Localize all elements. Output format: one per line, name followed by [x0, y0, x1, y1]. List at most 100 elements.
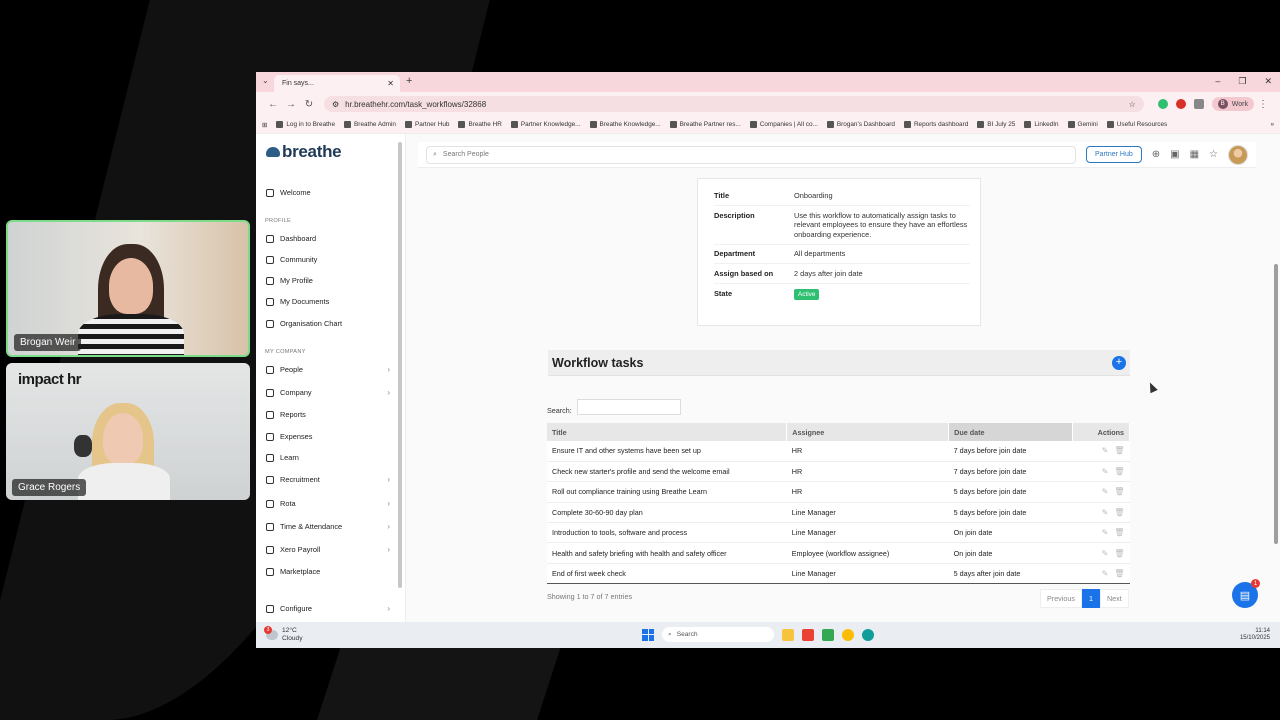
- sidebar-item-dashboard[interactable]: Dashboard: [266, 234, 390, 243]
- sidebar-item-rota[interactable]: Rota ›: [266, 499, 390, 508]
- edit-icon[interactable]: ✎: [1102, 487, 1109, 496]
- chat-notification-badge: 1: [1251, 579, 1260, 588]
- bookmark-item[interactable]: Breathe Knowledge...: [589, 121, 661, 128]
- top-bar: ⌕ Search People Partner Hub ⊕ ▣ ▦ ☆: [418, 142, 1256, 168]
- sidebar-item-expenses[interactable]: Expenses: [266, 432, 390, 441]
- bookmark-item[interactable]: Partner Knowledge...: [510, 121, 581, 128]
- more-bookmarks-icon[interactable]: »: [1270, 121, 1274, 128]
- profile-button[interactable]: B Work: [1211, 97, 1254, 111]
- trash-icon[interactable]: 🗑: [1114, 528, 1124, 537]
- star-icon[interactable]: ☆: [1209, 149, 1218, 160]
- calendar-icon[interactable]: ▦: [1190, 149, 1199, 160]
- sidebar-item-marketplace[interactable]: Marketplace: [266, 567, 390, 576]
- url-input[interactable]: ⚙ hr.breathehr.com/task_workflows/32868 …: [324, 96, 1144, 112]
- bookmark-item[interactable]: Log in to Breathe: [276, 121, 335, 128]
- bookmark-item[interactable]: Breathe Admin: [344, 121, 396, 128]
- site-info-icon[interactable]: ⚙: [332, 100, 339, 109]
- extensions-puzzle-icon[interactable]: [1193, 99, 1204, 109]
- bookmark-item[interactable]: Partner Hub: [404, 121, 449, 128]
- extension-icon[interactable]: [1157, 99, 1168, 109]
- browser-menu-icon[interactable]: ⋮: [1254, 99, 1272, 110]
- column-header-assignee[interactable]: Assignee: [786, 423, 950, 441]
- sidebar-item-reports[interactable]: Reports: [266, 410, 390, 419]
- chrome-icon[interactable]: [842, 628, 854, 641]
- bookmark-folder[interactable]: Useful Resources: [1106, 121, 1167, 128]
- edit-icon[interactable]: ✎: [1102, 528, 1109, 537]
- bookmark-item[interactable]: Reports dashboard: [903, 121, 968, 128]
- sidebar-item-configure[interactable]: Configure ›: [266, 604, 390, 613]
- minimize-icon[interactable]: –: [1215, 76, 1220, 87]
- sidebar-item-org-chart[interactable]: Organisation Chart: [266, 319, 390, 328]
- browser-tab[interactable]: Fin says... ✕: [274, 75, 400, 92]
- edit-icon[interactable]: ✎: [1102, 569, 1109, 578]
- breathe-logo[interactable]: breathe: [266, 142, 342, 162]
- column-header-title[interactable]: Title: [547, 423, 788, 441]
- main-scrollbar[interactable]: [1274, 264, 1278, 544]
- sidebar-item-people[interactable]: People ›: [266, 365, 390, 374]
- weather-widget[interactable]: 3 12°C Cloudy: [264, 625, 303, 643]
- sidebar-item-xero-payroll[interactable]: Xero Payroll ›: [266, 545, 390, 554]
- bookmark-item[interactable]: LinkedIn: [1024, 121, 1059, 128]
- forward-icon[interactable]: →: [282, 99, 300, 110]
- bookmark-item[interactable]: Breathe HR: [458, 121, 502, 128]
- pagination-page[interactable]: 1: [1081, 589, 1100, 608]
- partner-hub-button[interactable]: Partner Hub: [1085, 146, 1142, 163]
- sidebar-item-company[interactable]: Company ›: [266, 388, 390, 397]
- sidebar-item-my-documents[interactable]: My Documents: [266, 297, 390, 306]
- sidebar-item-my-profile[interactable]: My Profile: [266, 276, 390, 285]
- file-explorer-icon[interactable]: [782, 628, 794, 641]
- sidebar-item-recruitment[interactable]: Recruitment ›: [266, 475, 390, 484]
- edit-icon[interactable]: ✎: [1102, 508, 1109, 517]
- sidebar-item-time-attendance[interactable]: Time & Attendance ›: [266, 522, 390, 531]
- bookmark-item[interactable]: Gemini: [1067, 121, 1098, 128]
- sidebar-item-learn[interactable]: Learn: [266, 453, 390, 462]
- system-clock[interactable]: 11:14 15/10/2025: [1240, 628, 1270, 642]
- contacts-icon[interactable]: ▣: [1170, 149, 1179, 160]
- extension-icon[interactable]: [1175, 99, 1186, 109]
- taskbar-search[interactable]: ⌕ Search: [662, 627, 774, 642]
- column-header-due-date[interactable]: Due date: [948, 423, 1073, 441]
- new-tab-icon[interactable]: +: [406, 75, 412, 87]
- bookmark-folder[interactable]: BI July 25: [977, 121, 1015, 128]
- edge-icon[interactable]: [862, 628, 874, 641]
- chat-button[interactable]: ▤ 1: [1232, 579, 1260, 608]
- trash-icon[interactable]: 🗑: [1114, 569, 1124, 578]
- bookmark-star-icon[interactable]: ☆: [1129, 100, 1136, 109]
- section-profile: PROFILE: [265, 218, 292, 224]
- task-title: Introduction to tools, software and proc…: [547, 522, 787, 544]
- add-task-button[interactable]: +: [1112, 355, 1126, 370]
- windows-start-icon[interactable]: [642, 628, 654, 641]
- table-row: Complete 30-60-90 day plan Line Manager …: [547, 502, 1130, 524]
- headset-icon: [74, 435, 92, 457]
- search-people-input[interactable]: ⌕ Search People: [426, 145, 1076, 164]
- pagination-next[interactable]: Next: [1099, 589, 1129, 608]
- table-search-input[interactable]: [577, 399, 681, 415]
- bookmark-item[interactable]: Brogan's Dashboard: [826, 121, 895, 128]
- bookmark-item[interactable]: Companies | All co...: [749, 121, 818, 128]
- trash-icon[interactable]: 🗑: [1114, 446, 1124, 455]
- close-tab-icon[interactable]: ✕: [387, 79, 394, 88]
- calendar-app-icon[interactable]: [822, 628, 834, 641]
- close-window-icon[interactable]: ✕: [1264, 76, 1272, 87]
- apps-grid-icon[interactable]: ⊞: [262, 121, 267, 129]
- avatar[interactable]: [1228, 144, 1248, 165]
- trash-icon[interactable]: 🗑: [1114, 508, 1124, 517]
- cloud-icon: [266, 147, 280, 157]
- edit-icon[interactable]: ✎: [1102, 446, 1109, 455]
- trash-icon[interactable]: 🗑: [1114, 487, 1124, 496]
- edit-icon[interactable]: ✎: [1102, 549, 1109, 558]
- gmail-icon[interactable]: [802, 628, 814, 641]
- edit-icon[interactable]: ✎: [1102, 467, 1109, 476]
- add-user-icon[interactable]: ⊕: [1152, 149, 1160, 160]
- bookmark-item[interactable]: Breathe Partner res...: [669, 121, 741, 128]
- sidebar-item-community[interactable]: Community: [266, 255, 390, 264]
- trash-icon[interactable]: 🗑: [1114, 467, 1124, 476]
- back-icon[interactable]: ←: [264, 99, 282, 110]
- sidebar-scrollbar[interactable]: [398, 142, 402, 588]
- tab-search-icon[interactable]: ⌄: [262, 76, 269, 85]
- reload-icon[interactable]: ↻: [300, 99, 318, 110]
- pagination-previous[interactable]: Previous: [1040, 589, 1082, 608]
- sidebar-item-welcome[interactable]: Welcome: [266, 188, 390, 197]
- maximize-icon[interactable]: ❐: [1238, 76, 1246, 87]
- trash-icon[interactable]: 🗑: [1114, 549, 1124, 558]
